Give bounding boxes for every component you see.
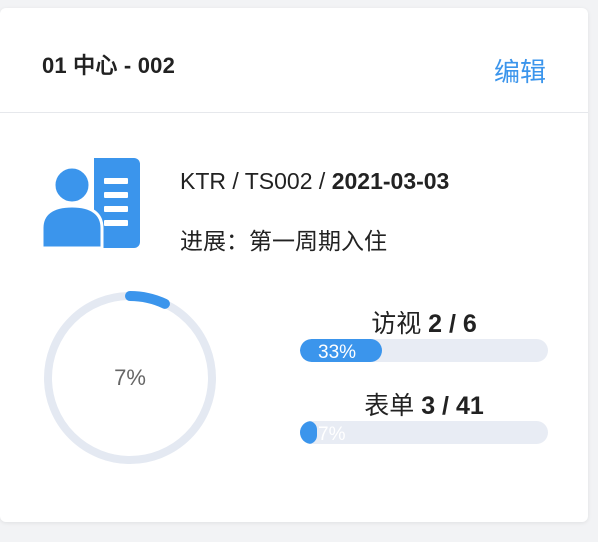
form-stat-title: 表单 3 / 41 <box>300 386 548 422</box>
form-stat-label: 表单 <box>364 392 415 420</box>
visit-stat-title: 访视 2 / 6 <box>300 304 548 340</box>
visit-stat-value: 2 / 6 <box>428 310 477 338</box>
form-progress-bar: 7% <box>300 421 548 444</box>
subject-id-line: KTR / TS002 / 2021-03-03 <box>180 168 449 195</box>
overall-progress-label: 7% <box>114 365 146 390</box>
form-stat-value: 3 / 41 <box>421 392 484 420</box>
progress-line: 进展：第一周期入住 <box>180 228 387 254</box>
subject-id: KTR / TS002 / <box>180 168 332 194</box>
form-progress-fill <box>300 421 318 444</box>
subject-date: 2021-03-03 <box>331 168 450 194</box>
profile-card-icon <box>40 158 140 248</box>
form-progress-label: 7% <box>318 424 346 444</box>
edit-link[interactable]: 编辑 <box>494 52 546 89</box>
visit-progress-bar: 33% <box>300 339 548 362</box>
card-title: 01 中心 - 002 <box>42 53 176 78</box>
visit-progress-label: 33% <box>318 342 357 362</box>
center-card: 01 中心 - 002 编辑 KTR / TS002 / 2021-03-03 … <box>0 8 588 522</box>
visit-stat-label: 访视 <box>371 310 422 338</box>
card-header: 01 中心 - 002 编辑 <box>0 8 588 113</box>
